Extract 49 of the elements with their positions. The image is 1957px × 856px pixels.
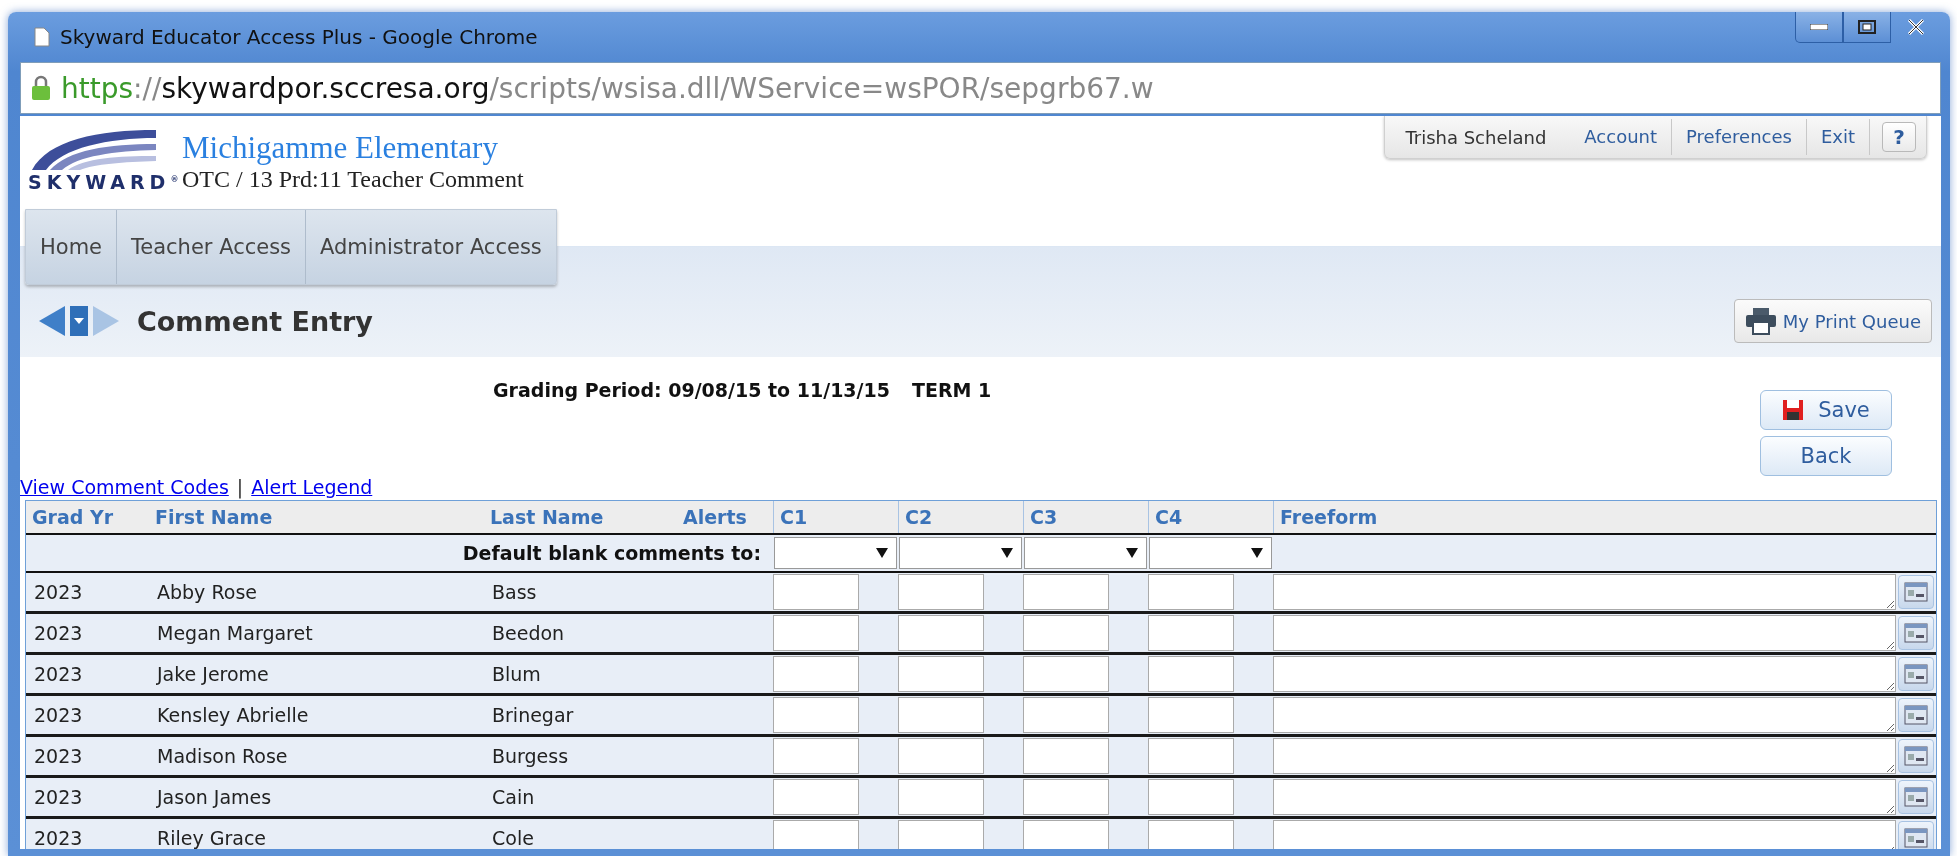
save-button[interactable]: Save [1760, 390, 1892, 430]
view-comment-codes-link[interactable]: View Comment Codes [20, 476, 229, 498]
nav-item[interactable]: Home [26, 210, 117, 284]
address-bar[interactable]: https://skywardpor.sccresa.org/scripts/wsisa.dll/WService=wsPOR/sepgrb67.w [20, 62, 1941, 114]
first-name-cell-text: Madison Rose [156, 744, 289, 769]
grad-year-cell-text: 2023 [33, 826, 84, 849]
url-text: https://skywardpor.sccresa.org/scripts/wsisa.dll/WService=wsPOR/sepgrb67.w [61, 71, 1154, 105]
last-name-cell-text: Cole [491, 826, 535, 849]
window-title: Skyward Educator Access Plus - Google Chrome [60, 25, 539, 49]
print-queue-button[interactable]: My Print Queue [1733, 299, 1932, 343]
nav-item[interactable]: Administrator Access [306, 210, 556, 284]
term-label: TERM 1 [911, 379, 992, 401]
grading-period: Grading Period: 09/08/15 to 11/13/15 [493, 379, 890, 401]
nav-item[interactable]: Teacher Access [117, 210, 307, 284]
page-subtitle: OTC / 13 Prd:11 Teacher Comment [182, 166, 524, 193]
grad-year-cell-text: 2023 [33, 744, 84, 769]
first-name-cell-text: Jake Jerome [155, 662, 270, 687]
first-name-cell-text: Megan Margaret [156, 621, 314, 646]
last-name-cell-text: Brinegar [491, 703, 575, 728]
last-name-cell-text: Blum [491, 662, 542, 687]
last-name-cell-text: Cain [491, 785, 536, 810]
logo-text: SKYWARD$^{®}$ [28, 171, 179, 193]
grad-year-cell-text: 2023 [33, 785, 84, 810]
grad-year-cell-text: 2023 [33, 580, 84, 605]
first-name-cell-text: Jason James [155, 785, 273, 810]
grad-year-cell-text: 2023 [33, 662, 84, 687]
first-name-cell-text: Riley Grace [156, 826, 268, 849]
column-header: Grad Yr [31, 505, 115, 530]
link-separator: | [236, 476, 244, 498]
last-name-cell-text: Bass [491, 580, 538, 605]
user-name: Trisha Scheland [1405, 126, 1548, 148]
column-header: Alerts [682, 505, 748, 530]
school-name: Michigamme Elementary [182, 130, 499, 166]
page-title: Comment Entry [137, 305, 374, 337]
grad-year-cell-text: 2023 [33, 621, 84, 646]
help-button[interactable]: ? [1882, 122, 1916, 152]
last-name-cell-text: Burgess [491, 744, 570, 769]
first-name-cell-text: Kensley Abrielle [156, 703, 310, 728]
column-header: First Name [154, 505, 274, 530]
user-menu-link[interactable]: Preferences [1672, 119, 1807, 155]
first-name-cell-text: Abby Rose [156, 580, 258, 605]
default-comments-label: Default blank comments to: [461, 541, 762, 566]
last-name-cell-text: Beedon [491, 621, 566, 646]
user-menu-link[interactable]: Account [1570, 119, 1673, 155]
alert-legend-link[interactable]: Alert Legend [251, 476, 373, 498]
user-menu-link[interactable]: Exit [1806, 119, 1870, 155]
grad-year-cell-text: 2023 [33, 703, 84, 728]
back-button[interactable]: Back [1760, 436, 1892, 476]
column-header: Last Name [489, 505, 605, 530]
